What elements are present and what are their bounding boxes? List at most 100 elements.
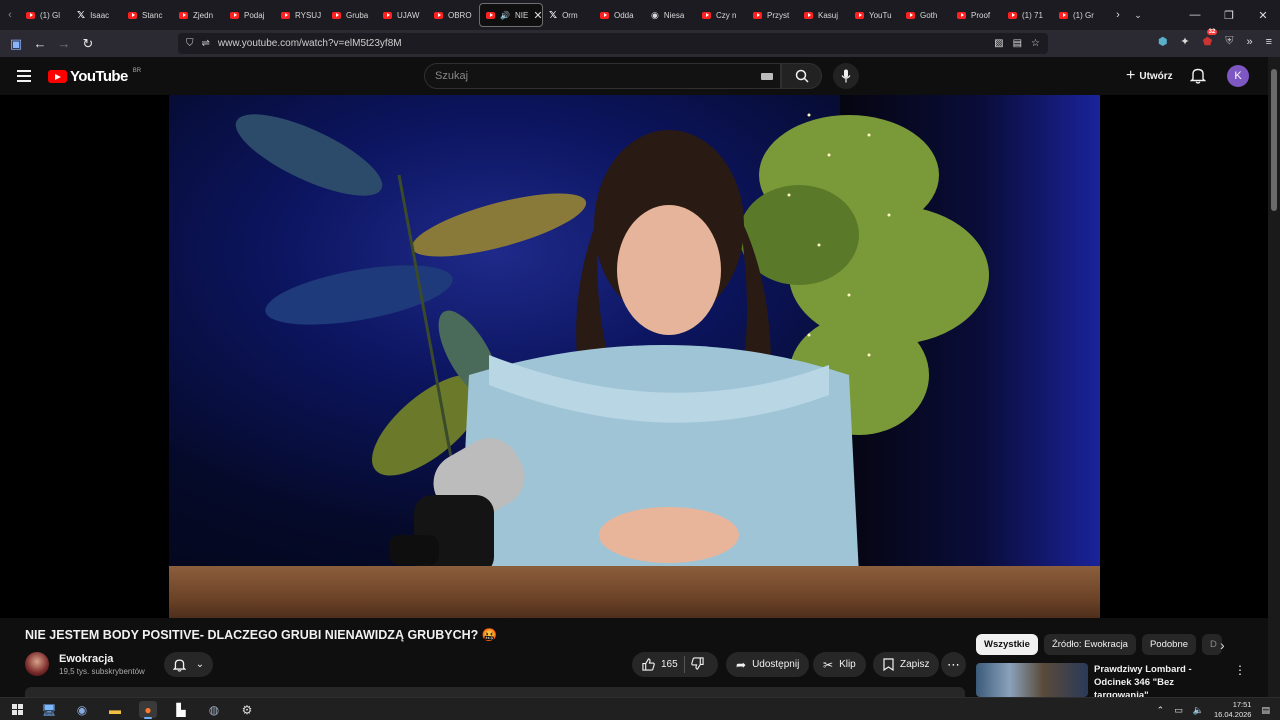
recommended-thumbnail[interactable] — [976, 663, 1088, 697]
start-windows-icon[interactable] — [8, 701, 26, 718]
channel-name[interactable]: Ewokracja — [59, 653, 113, 665]
youtube-favicon-icon — [434, 11, 443, 19]
x-logo-icon: 𝕏 — [77, 9, 86, 21]
search-button[interactable] — [781, 63, 822, 89]
ublock-extension-icon[interactable]: ⬟ 32 — [1203, 29, 1218, 48]
shield-extension-icon[interactable]: ⛨ — [1225, 35, 1233, 48]
reload-button[interactable]: ↻ — [76, 36, 100, 52]
bookmark-star-icon[interactable]: ☆ — [1031, 38, 1040, 49]
url-text[interactable]: www.youtube.com/watch?v=elM5t23yf8M — [218, 38, 402, 49]
browser-tab[interactable]: (1) 71 — [1002, 3, 1053, 27]
vpn-extension-icon[interactable]: ⬢ — [1158, 35, 1168, 48]
folder-icon[interactable]: ▬ — [106, 701, 124, 718]
dislike-button[interactable] — [690, 656, 704, 673]
channel-avatar[interactable] — [25, 652, 49, 676]
extensions-puzzle-icon[interactable]: ✦ — [1180, 35, 1189, 48]
notifications-bell-icon[interactable] — [1189, 67, 1207, 89]
network-icon[interactable]: ▭ — [1174, 705, 1183, 716]
clip-button[interactable]: ✂ Klip — [813, 652, 866, 677]
browser-tab[interactable]: OBRO — [428, 3, 479, 27]
shield-icon[interactable]: ⛉ — [186, 38, 194, 49]
browser-tab[interactable]: YouTu — [849, 3, 900, 27]
share-button[interactable]: ➦ Udostępnij — [726, 652, 810, 677]
browser-tab[interactable]: 𝕏 Orm — [543, 3, 594, 27]
browser-tab[interactable]: Kasuj — [798, 3, 849, 27]
chip-all[interactable]: Wszystkie — [976, 634, 1038, 655]
guide-menu-icon[interactable] — [17, 70, 31, 85]
like-button[interactable]: 165 — [642, 658, 678, 671]
screenshot-icon[interactable]: ▨ — [994, 38, 1003, 49]
extension-badge: 32 — [1206, 29, 1218, 35]
clock-time: 17:51 — [1232, 700, 1252, 709]
scrollbar-thumb[interactable] — [1271, 69, 1277, 211]
sidebar-toggle-icon[interactable]: ▣ — [4, 36, 28, 52]
browser-tab[interactable]: Czy n — [696, 3, 747, 27]
browser-tab[interactable]: ◉ Niesa — [645, 3, 696, 27]
browser-tab[interactable]: Goth — [900, 3, 951, 27]
close-window-button[interactable]: ✕ — [1246, 9, 1280, 22]
browser-tab[interactable]: Przyst — [747, 3, 798, 27]
more-actions-button[interactable]: ⋯ — [941, 652, 966, 677]
taskbar-clock[interactable]: 17:51 16.04.2026 — [1214, 700, 1252, 720]
tray-chevron-up-icon[interactable]: ⌃ — [1157, 705, 1165, 716]
tab-close-icon[interactable]: ✕ — [533, 9, 542, 22]
browser-tab[interactable]: Zjedn — [173, 3, 224, 27]
tab-scroll-left-icon[interactable]: ‹ — [0, 9, 20, 21]
voice-search-button[interactable] — [833, 63, 859, 89]
browser-tab[interactable]: Stanc — [122, 3, 173, 27]
system-tray: ⌃ ▭ 🔈 17:51 16.04.2026 ▤ — [1157, 700, 1270, 720]
forward-button[interactable]: → — [52, 36, 76, 51]
browser-tab[interactable]: (1) Gr — [1053, 3, 1104, 27]
save-label: Zapisz — [900, 659, 930, 670]
description-box[interactable] — [25, 687, 965, 697]
chip-related[interactable]: Podobne — [1141, 634, 1197, 655]
recommended-more-icon[interactable]: ⋮ — [1234, 663, 1246, 677]
app-window-icon[interactable]: ▙ — [172, 701, 190, 718]
browser-tab[interactable]: Podaj — [224, 3, 275, 27]
volume-icon[interactable]: 🔈 — [1193, 705, 1204, 716]
search-input[interactable]: Szukaj — [424, 63, 781, 89]
browser-tab[interactable]: UJAW — [377, 3, 428, 27]
microphone-icon — [841, 69, 851, 83]
video-frame[interactable] — [169, 95, 1100, 618]
page-settings-icon[interactable]: ⇌ — [202, 38, 210, 49]
tab-label: YouTu — [869, 10, 892, 20]
tab-list-chevron-icon[interactable]: ⌄ — [1128, 10, 1148, 21]
url-bar[interactable]: ⛉ ⇌ www.youtube.com/watch?v=elM5t23yf8M … — [178, 33, 1048, 54]
restore-button[interactable]: ❐ — [1212, 9, 1246, 22]
browser-tab[interactable]: RYSUJ — [275, 3, 326, 27]
app-planet-icon[interactable]: ◍ — [205, 701, 223, 718]
notification-center-icon[interactable]: ▤ — [1261, 705, 1270, 716]
back-button[interactable]: ← — [28, 36, 52, 51]
account-avatar[interactable]: K — [1227, 65, 1249, 87]
browser-tab[interactable]: Gruba — [326, 3, 377, 27]
file-explorer-computer-icon[interactable]: 🖥 — [40, 701, 58, 718]
tab-label: OBRO — [448, 10, 472, 20]
chip-from-channel[interactable]: Źródło: Ewokracja — [1043, 634, 1136, 655]
search-placeholder: Szukaj — [435, 70, 469, 82]
notification-subscription-button[interactable]: ⌄ — [164, 652, 213, 677]
firefox-icon[interactable]: ● — [139, 701, 157, 719]
chips-next-chevron-icon[interactable]: › — [1220, 637, 1225, 653]
audio-playing-icon[interactable]: 🔊 — [500, 11, 510, 20]
minimize-button[interactable]: — — [1178, 9, 1212, 21]
tab-label: Zjedn — [193, 10, 214, 20]
browser-tab[interactable]: 🔊 NIE ✕ — [479, 3, 543, 27]
settings-gear-icon[interactable]: ⚙ — [238, 701, 256, 718]
browser-tab[interactable]: (1) Gl — [20, 3, 71, 27]
keyboard-icon[interactable] — [761, 73, 773, 80]
browser-tab[interactable]: Odda — [594, 3, 645, 27]
create-button[interactable]: + Utwórz — [1118, 64, 1181, 88]
overflow-chevron-icon[interactable]: » — [1246, 36, 1252, 48]
tab-scroll-right-icon[interactable]: › — [1108, 9, 1128, 21]
reader-view-icon[interactable]: ▤ — [1013, 38, 1022, 49]
browser-tab[interactable]: 𝕏 Isaac — [71, 3, 122, 27]
browser-tab[interactable]: Proof — [951, 3, 1002, 27]
tab-label: Kasuj — [818, 10, 839, 20]
steam-icon[interactable]: ◉ — [73, 701, 91, 718]
save-button[interactable]: Zapisz — [873, 652, 940, 677]
youtube-logo[interactable]: YouTube BR — [48, 68, 141, 85]
menu-icon[interactable]: ≡ — [1266, 36, 1272, 48]
video-player[interactable] — [0, 95, 1268, 618]
page-scrollbar[interactable] — [1268, 57, 1280, 720]
